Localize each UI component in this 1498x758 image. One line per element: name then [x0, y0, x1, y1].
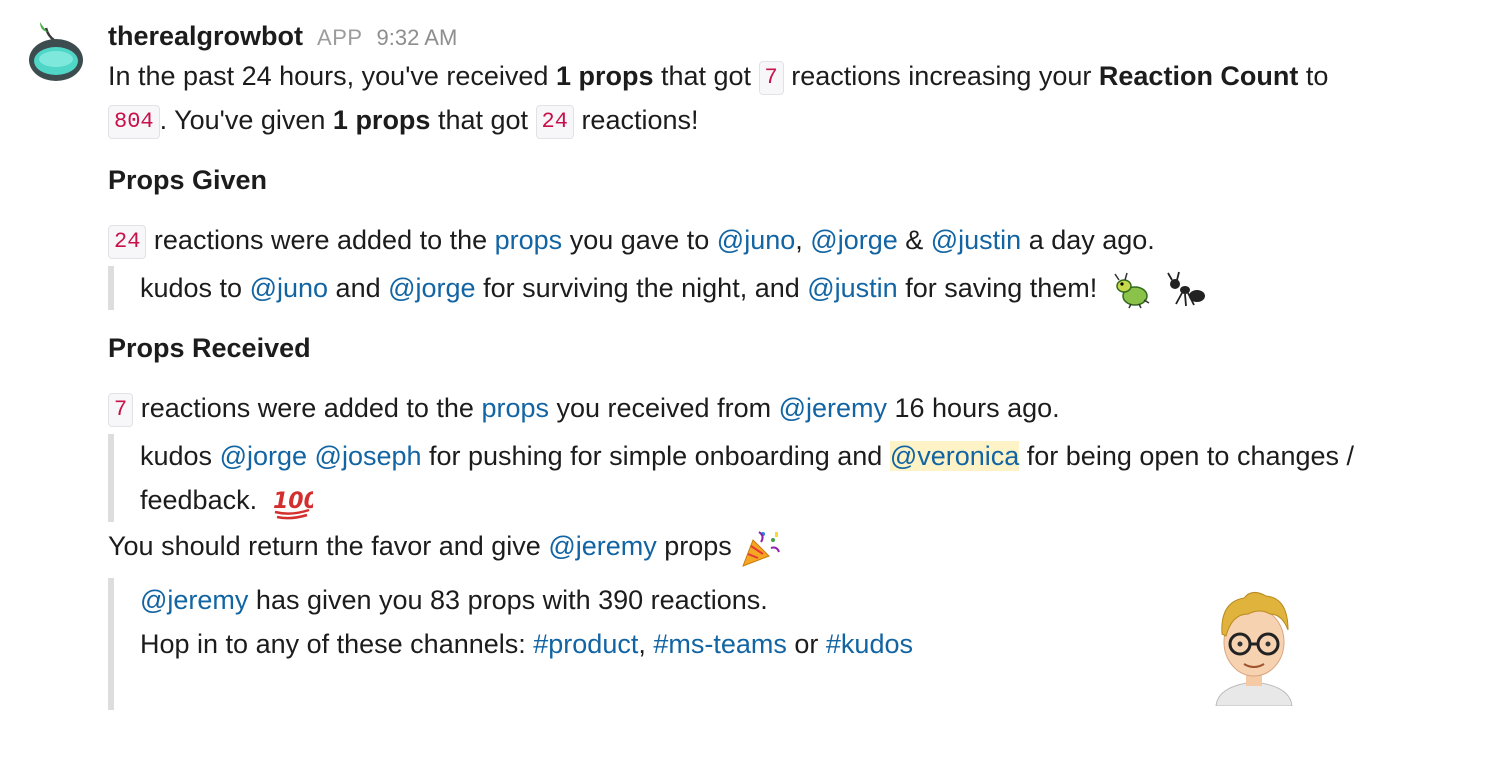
summary-text: In the past 24 hours, you've received 1 … — [108, 54, 1478, 142]
return-favor-line: You should return the favor and give @je… — [108, 524, 1478, 568]
reaction-count-code: 804 — [108, 105, 160, 139]
mention-juno[interactable]: @juno — [250, 273, 328, 303]
mention-jeremy[interactable]: @jeremy — [140, 585, 248, 615]
channel-ms-teams[interactable]: #ms-teams — [653, 629, 787, 659]
mention-juno[interactable]: @juno — [717, 225, 795, 255]
bitmoji-avatar-icon[interactable] — [1204, 584, 1304, 706]
party-popper-icon — [742, 531, 781, 567]
props-given-line: 24 reactions were added to the props you… — [108, 218, 1478, 262]
mention-jeremy[interactable]: @jeremy — [779, 393, 887, 423]
hundred-points-icon: 100 — [273, 489, 313, 520]
props-given-title: Props Given — [108, 165, 268, 195]
mention-jorge[interactable]: @jorge — [220, 441, 307, 471]
mention-jeremy[interactable]: @jeremy — [548, 531, 656, 561]
props-link[interactable]: props — [495, 225, 563, 255]
props-received-line: 7 reactions were added to the props you … — [108, 386, 1478, 430]
given-reactions-code: 24 — [535, 105, 574, 139]
sender-name[interactable]: therealgrowbot — [108, 14, 303, 58]
bug-icon — [1114, 272, 1150, 309]
props-link[interactable]: props — [481, 393, 549, 423]
mention-jorge[interactable]: @jorge — [810, 225, 897, 255]
growbot-icon[interactable] — [26, 18, 86, 82]
ant-icon — [1167, 271, 1206, 306]
message-content: therealgrowbot APP 9:32 AM In the past 2… — [108, 14, 1478, 710]
mention-jorge[interactable]: @jorge — [388, 273, 475, 303]
message: therealgrowbot APP 9:32 AM In the past 2… — [0, 0, 1498, 758]
attachment-block: @jeremy has given you 83 props with 390 … — [108, 578, 1478, 710]
channel-kudos[interactable]: #kudos — [826, 629, 913, 659]
props-received-title: Props Received — [108, 333, 311, 363]
mention-justin[interactable]: @justin — [931, 225, 1021, 255]
message-header: therealgrowbot APP 9:32 AM — [108, 14, 1478, 54]
mention-joseph[interactable]: @joseph — [315, 441, 422, 471]
mention-justin[interactable]: @justin — [807, 273, 897, 303]
received-reactions-code: 7 — [758, 61, 784, 95]
props-given-count: 24 — [108, 225, 147, 259]
props-given-quote: kudos to @juno and @jorge for surviving … — [108, 266, 1478, 310]
props-received-count: 7 — [108, 393, 134, 427]
mention-veronica[interactable]: @veronica — [889, 441, 1020, 471]
channel-product[interactable]: #product — [533, 629, 638, 659]
props-received-quote: kudos @jorge @joseph for pushing for sim… — [108, 434, 1478, 522]
